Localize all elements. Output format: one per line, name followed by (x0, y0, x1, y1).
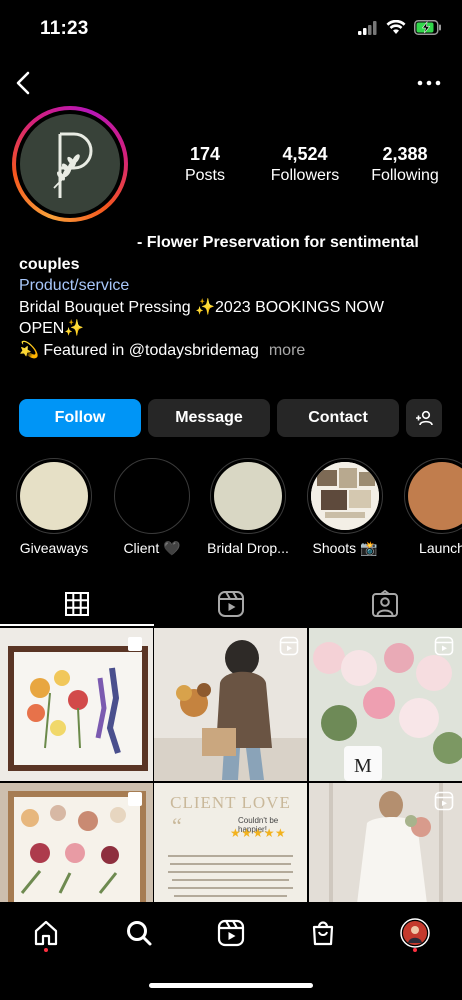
story-highlights: Giveaways Client 🖤 Bridal Drop... Shoots… (0, 458, 462, 562)
tagged-person-icon (372, 590, 398, 617)
highlight-cover (118, 462, 186, 530)
post-grid: M CLIENT LOVE “ Couldn't be happier! ★★★… (0, 628, 462, 936)
posts-label: Posts (184, 167, 225, 184)
highlight-cover (20, 462, 88, 530)
home-notification-dot (44, 948, 48, 952)
nav-home[interactable] (29, 916, 63, 950)
post-thumbnail[interactable]: M (309, 628, 462, 781)
profile-category[interactable]: Product/service (19, 275, 449, 297)
highlight-client[interactable]: Client 🖤 (112, 458, 192, 557)
highlight-launch[interactable]: Launch (402, 458, 462, 556)
status-time: 11:23 (40, 18, 89, 39)
reel-icon (279, 636, 299, 656)
more-options-icon[interactable] (414, 68, 444, 98)
message-button[interactable]: Message (148, 399, 270, 437)
cellular-signal-icon (358, 20, 377, 35)
highlight-label: Shoots 📸 (312, 540, 378, 556)
profile-name-line-1: - Flower Preservation for sentimental (137, 234, 419, 251)
profile-name: - Flower Preservation for sentimental (19, 232, 449, 254)
highlight-bridal-drop[interactable]: Bridal Drop... (207, 458, 289, 556)
posts-value: 174 (189, 144, 221, 164)
multiple-images-icon (128, 637, 142, 651)
search-icon (127, 921, 152, 946)
highlight-shoots[interactable]: Shoots 📸 (305, 458, 385, 557)
multiple-images-icon (128, 792, 142, 806)
profile-header (0, 62, 462, 102)
followers-value: 4,524 (282, 144, 328, 164)
profile-stats: 174 Posts 4,524 Followers 2,388 Followin… (160, 144, 450, 185)
highlight-label: Client 🖤 (123, 540, 181, 556)
grid-icon (65, 592, 89, 616)
nav-profile[interactable] (398, 916, 432, 950)
wifi-icon (386, 20, 406, 34)
contact-button[interactable]: Contact (277, 399, 399, 437)
posts-count[interactable]: 174 Posts (160, 144, 250, 185)
following-label: Following (371, 167, 439, 184)
profile-avatar-story-ring[interactable] (12, 106, 128, 222)
profile-actions: Follow Message Contact (19, 399, 442, 437)
battery-charging-icon (414, 20, 441, 35)
tab-active-indicator (0, 624, 154, 626)
bio-line-3: 💫 Featured in @todaysbridemag more (19, 340, 449, 362)
profile-avatar-icon (400, 918, 430, 948)
profile-content-tabs (0, 582, 462, 626)
shoots-collage-image (311, 462, 379, 530)
following-value: 2,388 (382, 144, 428, 164)
followers-count[interactable]: 4,524 Followers (260, 144, 350, 185)
followers-label: Followers (270, 167, 340, 184)
client-love-title: CLIENT LOVE (170, 793, 291, 812)
bio-line-1: Bridal Bouquet Pressing ✨2023 BOOKINGS N… (19, 298, 384, 316)
post-thumbnail[interactable] (0, 628, 153, 781)
add-user-icon (416, 410, 433, 426)
home-indicator (149, 983, 313, 988)
bio-line-2: OPEN✨ (19, 320, 85, 337)
reel-icon (434, 636, 454, 656)
tab-tagged[interactable] (308, 582, 462, 626)
highlight-label: Launch (419, 540, 462, 556)
nav-reels[interactable] (214, 916, 248, 950)
highlight-cover (408, 462, 462, 530)
profile-name-line-2: couples (19, 255, 80, 273)
shopping-bag-icon (312, 921, 334, 946)
suggested-users-button[interactable] (406, 399, 442, 437)
nav-shop[interactable] (306, 916, 340, 950)
profile-notification-dot (413, 948, 417, 952)
highlight-cover (214, 462, 282, 530)
pressed-logo-icon (53, 132, 93, 198)
tab-reels[interactable] (154, 582, 308, 626)
quote-mark: “ (172, 813, 182, 838)
bio-featured: 💫 Featured in @todaysbridemag (19, 341, 259, 359)
svg-text:M: M (354, 755, 372, 777)
home-icon (34, 920, 58, 946)
highlight-cover (311, 462, 379, 530)
profile-bio: - Flower Preservation for sentimental co… (19, 232, 449, 361)
highlight-label: Giveaways (19, 540, 89, 556)
tab-grid[interactable] (0, 582, 154, 626)
status-icons (358, 20, 442, 35)
post-thumbnail[interactable] (154, 628, 307, 781)
status-bar: 11:23 (0, 0, 462, 58)
highlight-label: Bridal Drop... (207, 540, 289, 556)
profile-avatar (20, 114, 120, 214)
reels-icon (217, 919, 245, 947)
following-count[interactable]: 2,388 Following (360, 144, 450, 185)
bio-more-link[interactable]: more (269, 342, 305, 359)
reels-icon (218, 591, 244, 617)
rating-stars: ★★★★★ (230, 826, 287, 840)
highlight-giveaways[interactable]: Giveaways (14, 458, 94, 556)
follow-button[interactable]: Follow (19, 399, 141, 437)
nav-search[interactable] (122, 916, 156, 950)
back-chevron-icon[interactable] (8, 66, 42, 100)
reel-icon (434, 791, 454, 811)
